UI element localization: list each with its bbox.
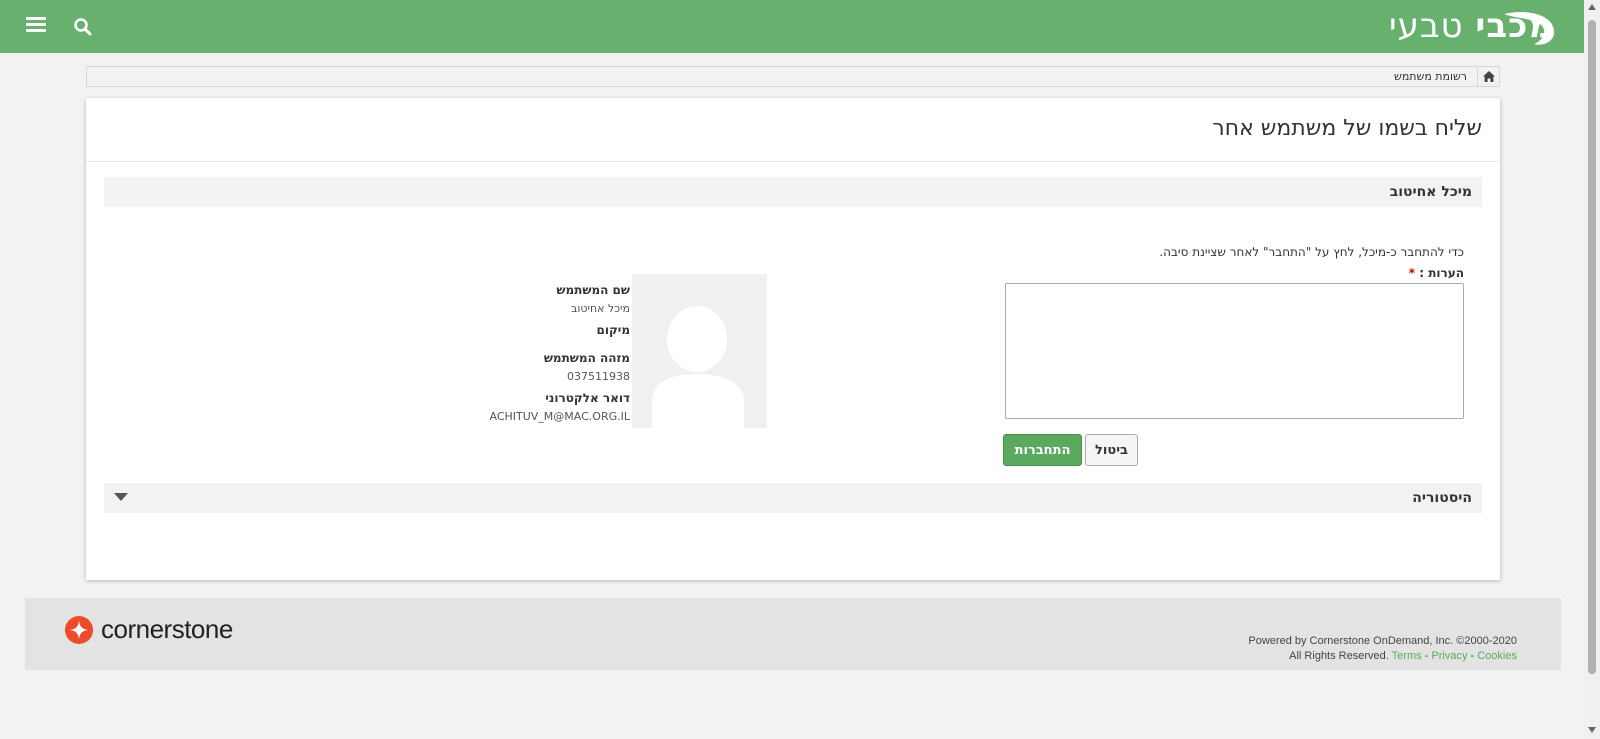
- cookies-link[interactable]: Cookies: [1477, 650, 1517, 662]
- brand-logo[interactable]: מכבי טבעי: [1388, 4, 1555, 48]
- brand-logo-light: טבעי: [1388, 6, 1464, 46]
- search-icon[interactable]: [72, 16, 94, 38]
- powered-by-text: Powered by Cornerstone OnDemand, Inc. ©2…: [1248, 635, 1517, 647]
- scroll-down-icon[interactable]: [1588, 727, 1596, 733]
- username-label: שם המשתמש: [556, 283, 630, 297]
- user-id-label: מזהה המשתמש: [543, 351, 630, 365]
- scroll-up-icon[interactable]: [1588, 4, 1596, 10]
- login-instructions: כדי להתחבר כ-מיכל, לחץ על "התחבר" לאחר ש…: [1159, 245, 1464, 259]
- history-section-header[interactable]: היסטוריה: [104, 483, 1482, 513]
- page-scrollbar[interactable]: [1584, 0, 1600, 739]
- link-separator: -: [1421, 650, 1432, 662]
- cornerstone-logo-icon: [65, 615, 93, 644]
- terms-link[interactable]: Terms: [1392, 650, 1422, 662]
- cancel-button[interactable]: ביטול: [1085, 434, 1138, 466]
- login-as-button[interactable]: התחברות: [1003, 434, 1082, 466]
- impersonate-card: שליח בשמו של משתמש אחר מיכל אחיטוב כדי ל…: [86, 98, 1500, 580]
- footer-legal: Powered by Cornerstone OnDemand, Inc. ©2…: [1248, 634, 1517, 664]
- required-marker: *: [1408, 266, 1416, 280]
- user-id-value: 037511938: [567, 370, 630, 383]
- link-separator: -: [1467, 650, 1478, 662]
- breadcrumb-current[interactable]: רשומת משתמש: [1384, 70, 1477, 83]
- page-title: שליח בשמו של משתמש אחר: [1212, 116, 1482, 141]
- footer-links: All Rights Reserved. Terms - Privacy - C…: [1248, 649, 1517, 664]
- title-divider: [86, 161, 1500, 162]
- privacy-link[interactable]: Privacy: [1431, 650, 1467, 662]
- history-section-title: היסטוריה: [1412, 490, 1472, 506]
- user-placeholder-icon: [652, 306, 744, 428]
- hamburger-menu-icon[interactable]: [26, 17, 46, 35]
- email-value: ACHITUV_M@MAC.ORG.IL: [489, 410, 630, 423]
- caret-down-icon[interactable]: [114, 493, 128, 501]
- email-label: דואר אלקטרוני: [545, 391, 630, 405]
- location-label: מיקום: [596, 323, 630, 337]
- user-details: שם המשתמש מיכל אחיטוב מיקום מזהה המשתמש …: [410, 283, 630, 431]
- brand-swoosh-icon: [1504, 12, 1555, 45]
- rights-text: All Rights Reserved.: [1289, 650, 1389, 662]
- avatar: [632, 274, 767, 428]
- comments-textarea[interactable]: [1005, 283, 1464, 419]
- cornerstone-logo-text: cornerstone: [101, 614, 233, 644]
- top-bar: מכבי טבעי: [0, 0, 1584, 53]
- user-section-name: מיכל אחיטוב: [1389, 184, 1472, 200]
- username-value: מיכל אחיטוב: [571, 302, 630, 315]
- home-icon[interactable]: [1477, 67, 1499, 86]
- user-section-header: מיכל אחיטוב: [104, 177, 1482, 207]
- footer: cornerstone Powered by Cornerstone OnDem…: [25, 598, 1561, 670]
- scrollbar-thumb[interactable]: [1588, 20, 1596, 674]
- cornerstone-logo: cornerstone: [65, 614, 233, 645]
- comments-label-text: הערות :: [1419, 266, 1464, 280]
- comments-label: הערות : *: [1409, 266, 1464, 280]
- breadcrumb: רשומת משתמש: [86, 66, 1500, 87]
